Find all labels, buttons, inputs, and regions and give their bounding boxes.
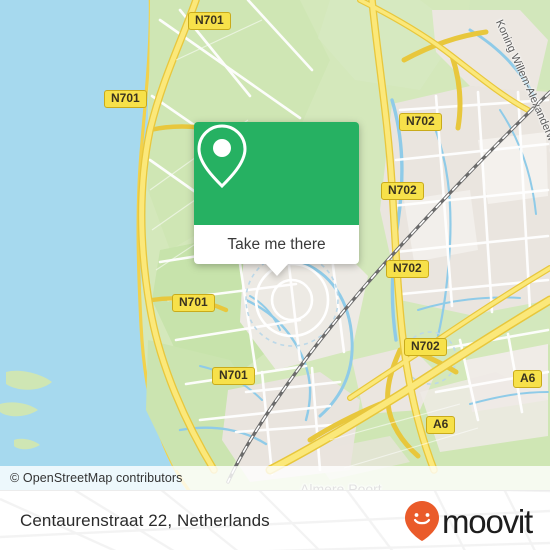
take-me-there-label: Take me there <box>227 235 326 253</box>
road-shield-n701-coast: N701 <box>104 90 147 108</box>
destination-popup[interactable]: Take me there <box>194 122 359 276</box>
attribution-text: © OpenStreetMap contributors <box>10 471 183 485</box>
road-shield-n702-south: N702 <box>404 338 447 356</box>
take-me-there-button[interactable]: Take me there <box>194 225 359 264</box>
moovit-wordmark: moovit <box>442 502 533 540</box>
road-shield-n702-mid: N702 <box>381 182 424 200</box>
map-attribution: © OpenStreetMap contributors <box>0 466 550 490</box>
moovit-brand: moovit <box>404 500 533 542</box>
map-canvas[interactable]: N701 N701 N702 N702 N702 N701 N701 N702 … <box>0 0 550 490</box>
map-pin-icon <box>197 124 247 189</box>
address-label: Centaurenstraat 22, Netherlands <box>20 511 270 530</box>
road-shield-a6-south: A6 <box>426 416 456 434</box>
moovit-map-screen: N701 N701 N702 N702 N702 N701 N701 N702 … <box>0 0 550 550</box>
road-shield-n701-mid: N701 <box>172 294 215 312</box>
road-shield-n702-lower: N702 <box>386 260 429 278</box>
moovit-pin-smiley-icon <box>405 501 439 541</box>
road-shield-n701-south: N701 <box>212 367 255 385</box>
road-shield-n702-north: N702 <box>399 113 442 131</box>
popup-header <box>194 122 359 225</box>
footer-bar: Centaurenstraat 22, Netherlands moovit <box>0 490 550 550</box>
road-shield-n701-north: N701 <box>188 12 231 30</box>
road-shield-a6-east: A6 <box>513 370 543 388</box>
popup-pointer <box>265 264 288 276</box>
